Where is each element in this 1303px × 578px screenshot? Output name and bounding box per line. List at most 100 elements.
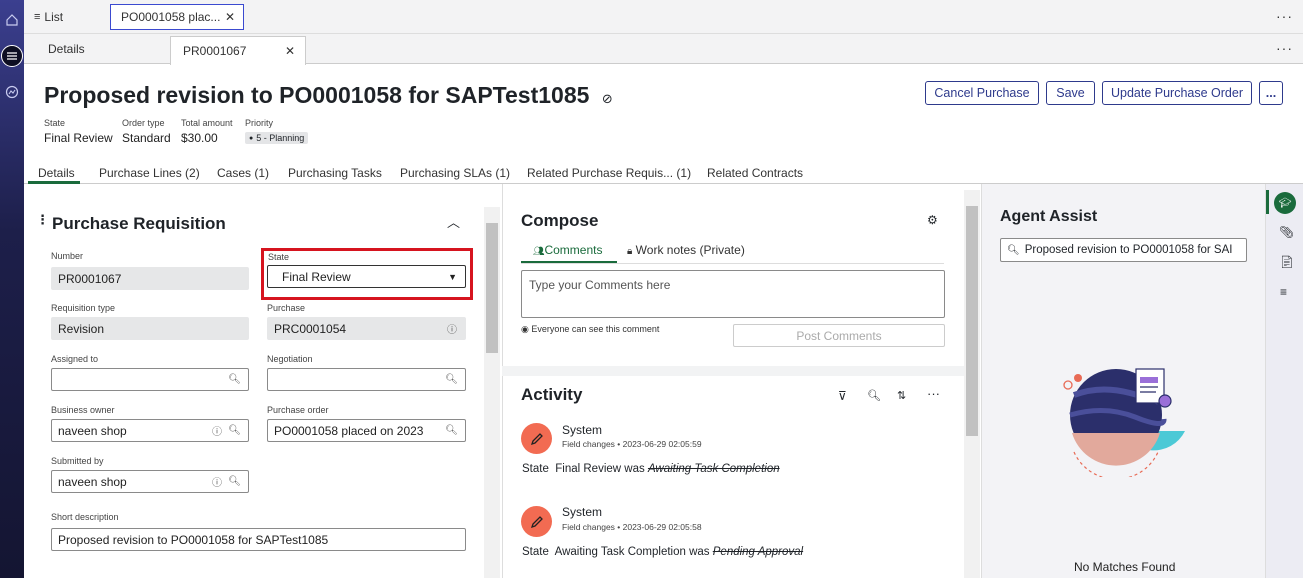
comment-textarea[interactable]: Type your Comments here <box>521 270 945 318</box>
scrollbar-thumb[interactable] <box>966 206 978 436</box>
list-tab[interactable]: ≡ List <box>34 10 63 24</box>
activity-author: System <box>562 505 603 519</box>
business-owner-field[interactable]: naveen shop ⓘ 🔍︎ <box>51 419 249 442</box>
submitted-by-field[interactable]: naveen shop ⓘ 🔍︎ <box>51 470 249 493</box>
more-icon[interactable]: ··· <box>1276 8 1293 24</box>
tab-purchasing-slas[interactable]: Purchasing SLAs (1) <box>400 166 510 180</box>
attachment-icon[interactable]: 📎︎ <box>1279 225 1294 239</box>
section-title: Purchase Requisition <box>52 214 226 233</box>
info-icon[interactable]: ⓘ <box>212 474 222 489</box>
cancel-purchase-button[interactable]: Cancel Purchase <box>925 81 1039 105</box>
more-icon[interactable]: ··· <box>1276 40 1293 56</box>
drag-handle-icon[interactable]: ⋮ <box>36 212 49 228</box>
search-icon[interactable]: 🔍︎ <box>228 476 241 487</box>
activity-title: Activity <box>521 385 583 404</box>
list-icon[interactable] <box>0 44 24 68</box>
tab-comments[interactable]: 👥︎Comments <box>533 243 602 257</box>
meta-label-total: Total amount <box>181 118 233 128</box>
panel-gap <box>502 366 964 376</box>
menu-icon: ≡ <box>34 11 41 23</box>
purchase-order-field[interactable]: PO0001058 placed on 2023 🔍︎ <box>267 419 466 442</box>
graduation-cap-icon[interactable]: 🎓︎ <box>1274 192 1296 214</box>
priority-badge: ● 5 - Planning <box>245 132 309 144</box>
right-icon-sidebar: 🎓︎ 📎︎ 📄︎ ≡ <box>1265 184 1303 578</box>
home-icon[interactable] <box>0 8 24 32</box>
requisition-type-label: Requisition type <box>51 303 116 313</box>
save-button[interactable]: Save <box>1046 81 1095 105</box>
avatar <box>521 506 552 537</box>
tab-record[interactable]: PR0001067 ✕ <box>170 36 306 65</box>
more-icon[interactable]: ··· <box>927 386 940 401</box>
scrollbar[interactable] <box>964 190 980 578</box>
meta-label-order-type: Order type <box>122 118 165 128</box>
activity-change: State Awaiting Task Completion was Pendi… <box>522 546 804 558</box>
tab-details[interactable]: Details <box>38 166 75 180</box>
search-icon[interactable]: 🔍︎ <box>228 374 241 385</box>
tab-purchasing-tasks[interactable]: Purchasing Tasks <box>288 166 382 180</box>
state-select[interactable]: Final Review ▼ <box>267 265 466 288</box>
analytics-icon[interactable] <box>0 80 24 104</box>
search-icon[interactable]: 🔍︎ <box>228 425 241 436</box>
info-icon[interactable]: ⓘ <box>447 321 457 336</box>
meta-value-total: $30.00 <box>181 131 218 145</box>
activity-meta: Field changes • 2023-06-29 02:05:58 <box>562 522 702 532</box>
purchase-label: Purchase <box>267 303 306 313</box>
short-description-field[interactable]: Proposed revision to PO0001058 for SAPTe… <box>51 528 466 551</box>
left-rail <box>0 0 24 578</box>
number-label: Number <box>51 251 84 261</box>
visibility-note: ◉ Everyone can see this comment <box>521 324 660 334</box>
agent-assist-search[interactable]: 🔍︎ Proposed revision to PO0001058 for SA… <box>1000 238 1247 262</box>
empty-state-illustration <box>1063 368 1185 477</box>
divider <box>521 263 944 264</box>
dropdown-caret-icon: ▼ <box>448 271 457 282</box>
number-field: PR0001067 <box>51 267 249 290</box>
close-icon[interactable]: ✕ <box>285 44 295 58</box>
meta-label-priority: Priority <box>245 118 274 128</box>
list-icon[interactable]: ≡ <box>1280 285 1287 299</box>
search-icon: 🔍︎ <box>1007 244 1020 256</box>
settings-icon[interactable]: ⚙ <box>927 213 938 227</box>
submitted-by-label: Submitted by <box>51 456 104 466</box>
scrollbar[interactable] <box>484 207 500 578</box>
workspace-tab-bar: ≡ List PO0001058 plac... ✕ ··· <box>24 0 1303 34</box>
document-icon[interactable]: 📄︎ <box>1279 255 1294 269</box>
scrollbar-thumb[interactable] <box>486 223 498 353</box>
dot-icon: ● <box>249 134 254 142</box>
subtab-bar: Details PR0001067 ✕ ··· <box>24 34 1303 65</box>
tab-details[interactable]: Details <box>48 42 85 56</box>
purchase-order-label: Purchase order <box>267 405 329 415</box>
tab-related-requisitions[interactable]: Related Purchase Requis... (1) <box>527 166 691 180</box>
tab-purchase-lines[interactable]: Purchase Lines (2) <box>99 166 200 180</box>
activity-meta: Field changes • 2023-06-29 02:05:59 <box>562 439 702 449</box>
search-icon[interactable]: 🔍︎ <box>867 389 881 402</box>
assigned-to-field[interactable]: 🔍︎ <box>51 368 249 391</box>
meta-value-order-type: Standard <box>122 131 171 145</box>
avatar <box>521 423 552 454</box>
more-actions-button[interactable]: ... <box>1259 81 1283 105</box>
filter-icon[interactable]: ⊽ <box>838 389 847 403</box>
tab-work-notes[interactable]: 🔒︎ Work notes (Private) <box>627 243 745 257</box>
negotiation-field[interactable]: 🔍︎ <box>267 368 466 391</box>
search-icon[interactable]: 🔍︎ <box>445 374 458 385</box>
edit-icon <box>530 515 543 528</box>
activity-change: State Final Review was Awaiting Task Com… <box>522 463 780 475</box>
sort-icon[interactable]: ⇅ <box>897 389 906 402</box>
tag-icon[interactable]: ⊘ <box>602 91 613 106</box>
search-icon[interactable]: 🔍︎ <box>445 425 458 436</box>
users-icon: 👥︎ <box>533 246 545 256</box>
close-icon[interactable]: ✕ <box>225 10 235 24</box>
meta-label-state: State <box>44 118 66 128</box>
compose-title: Compose <box>521 211 599 230</box>
no-matches-text: No Matches Found <box>1074 560 1176 574</box>
tab-cases[interactable]: Cases (1) <box>217 166 269 180</box>
state-label: State <box>268 252 290 262</box>
update-purchase-order-button[interactable]: Update Purchase Order <box>1102 81 1252 105</box>
info-icon[interactable]: ⓘ <box>212 423 222 438</box>
post-comments-button[interactable]: Post Comments <box>733 324 945 347</box>
short-description-label: Short description <box>51 512 119 522</box>
tab-related-contracts[interactable]: Related Contracts <box>707 166 803 180</box>
active-indicator <box>1266 190 1269 214</box>
lock-icon: 🔒︎ <box>627 246 633 257</box>
record-tab[interactable]: PO0001058 plac... ✕ <box>110 4 244 30</box>
collapse-icon[interactable]: ︿ <box>447 212 460 231</box>
